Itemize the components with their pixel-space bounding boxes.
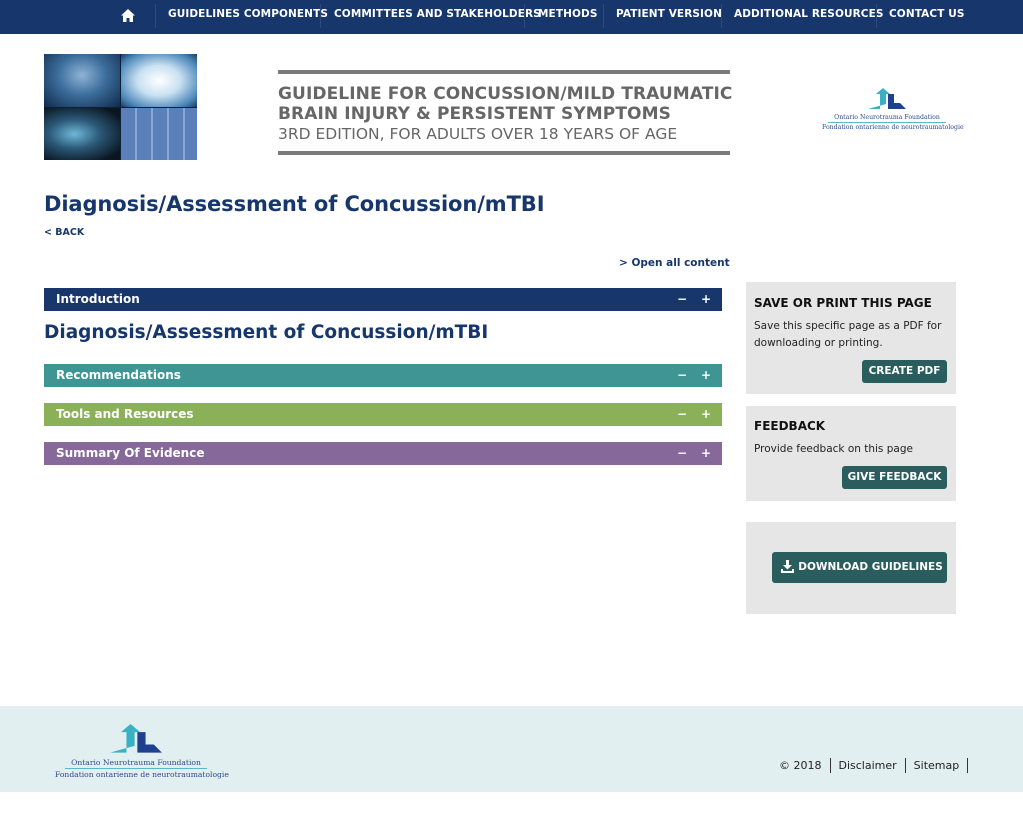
create-pdf-button[interactable]: CREATE PDF	[862, 360, 947, 383]
footer: Ontario Neurotrauma Foundation Fondation…	[0, 706, 1023, 792]
nav-divider	[320, 4, 321, 28]
page-title: Diagnosis/Assessment of Concussion/mTBI	[44, 192, 545, 216]
guideline-title-line1: GUIDELINE FOR CONCUSSION/MILD TRAUMATIC	[278, 84, 733, 104]
download-guidelines-button[interactable]: DOWNLOAD GUIDELINES	[772, 552, 947, 583]
collapse-icon[interactable]: −	[677, 442, 687, 464]
accordion-label: Recommendations	[56, 368, 181, 382]
onf-logo-icon	[868, 88, 906, 109]
brain-image-tile	[121, 54, 197, 107]
footer-divider	[904, 758, 906, 773]
brain-image-tile	[44, 54, 120, 107]
accordion-tools-and-resources[interactable]: Tools and Resources − +	[44, 403, 722, 426]
puzzle-image-tile	[121, 107, 197, 160]
feedback-text: Provide feedback on this page	[754, 443, 913, 455]
home-icon	[121, 8, 135, 22]
nav-additional-resources[interactable]: ADDITIONAL RESOURCES	[734, 0, 884, 30]
nav-contact-us[interactable]: CONTACT US	[889, 0, 965, 30]
onf-logo-name-fr: Fondation ontarienne de neurotraumatolog…	[822, 124, 964, 131]
header-brain-image	[44, 54, 197, 160]
save-print-text: Save this specific page as a PDF for dow…	[754, 320, 942, 349]
download-icon	[781, 560, 794, 573]
open-all-content-link[interactable]: > Open all content	[619, 257, 730, 269]
section-title: Diagnosis/Assessment of Concussion/mTBI	[44, 322, 489, 343]
accordion-label: Introduction	[56, 292, 140, 306]
home-link[interactable]	[113, 0, 143, 30]
give-feedback-button[interactable]: GIVE FEEDBACK	[842, 466, 947, 489]
collapse-icon[interactable]: −	[677, 288, 687, 310]
expand-icon[interactable]: +	[701, 442, 711, 464]
footer-onf-logo[interactable]: Ontario Neurotrauma Foundation Fondation…	[55, 724, 229, 779]
logo-rule	[828, 122, 946, 123]
footer-divider	[967, 758, 969, 773]
accordion-label: Summary Of Evidence	[56, 446, 205, 460]
nav-committees-stakeholders[interactable]: COMMITTEES AND STAKEHOLDERS	[334, 0, 541, 30]
feedback-panel: FEEDBACK Provide feedback on this page G…	[746, 406, 956, 501]
nav-divider	[721, 4, 722, 28]
download-guidelines-label: DOWNLOAD GUIDELINES	[798, 561, 943, 573]
download-panel: DOWNLOAD GUIDELINES	[746, 522, 956, 614]
footer-logo-name-fr: Fondation ontarienne de neurotraumatolog…	[55, 770, 229, 779]
nav-divider	[155, 4, 156, 28]
feedback-heading: FEEDBACK	[754, 419, 826, 433]
onf-logo-icon	[110, 724, 162, 753]
disclaimer-link[interactable]: Disclaimer	[839, 759, 897, 772]
save-print-heading: SAVE OR PRINT THIS PAGE	[754, 296, 932, 310]
save-print-panel: SAVE OR PRINT THIS PAGE Save this specif…	[746, 282, 956, 394]
onf-logo[interactable]: Ontario Neurotrauma Foundation Fondation…	[822, 88, 964, 138]
nav-guidelines-components[interactable]: GUIDELINES COMPONENTS	[168, 0, 328, 30]
back-link[interactable]: < BACK	[44, 227, 84, 238]
guideline-title-block: GUIDELINE FOR CONCUSSION/MILD TRAUMATIC …	[278, 70, 733, 155]
nav-divider	[876, 4, 877, 28]
footer-divider	[829, 758, 831, 773]
guideline-title-line2: BRAIN INJURY & PERSISTENT SYMPTOMS	[278, 104, 671, 124]
expand-icon[interactable]: +	[701, 288, 711, 310]
nav-methods[interactable]: METHODS	[538, 0, 597, 30]
top-navigation: GUIDELINES COMPONENTS COMMITTEES AND STA…	[0, 0, 1023, 34]
collapse-icon[interactable]: −	[677, 364, 687, 386]
expand-icon[interactable]: +	[701, 403, 711, 425]
onf-logo-name-en: Ontario Neurotrauma Foundation	[834, 114, 940, 121]
expand-icon[interactable]: +	[701, 364, 711, 386]
collapse-icon[interactable]: −	[677, 403, 687, 425]
logo-rule	[65, 768, 207, 769]
nav-divider	[524, 4, 525, 28]
accordion-label: Tools and Resources	[56, 407, 194, 421]
guideline-subtitle: 3RD EDITION, FOR ADULTS OVER 18 YEARS OF…	[278, 125, 678, 143]
accordion-recommendations[interactable]: Recommendations − +	[44, 364, 722, 387]
accordion-introduction[interactable]: Introduction − +	[44, 288, 722, 311]
footer-logo-name-en: Ontario Neurotrauma Foundation	[71, 758, 201, 767]
sitemap-link[interactable]: Sitemap	[914, 759, 960, 772]
accordion-summary-of-evidence[interactable]: Summary Of Evidence − +	[44, 442, 722, 465]
footer-links: © 2018 Disclaimer Sitemap	[779, 758, 976, 773]
nav-patient-version[interactable]: PATIENT VERSION	[616, 0, 722, 30]
nav-divider	[603, 4, 604, 28]
copyright: © 2018	[779, 759, 822, 772]
brain-image-tile	[44, 107, 120, 160]
